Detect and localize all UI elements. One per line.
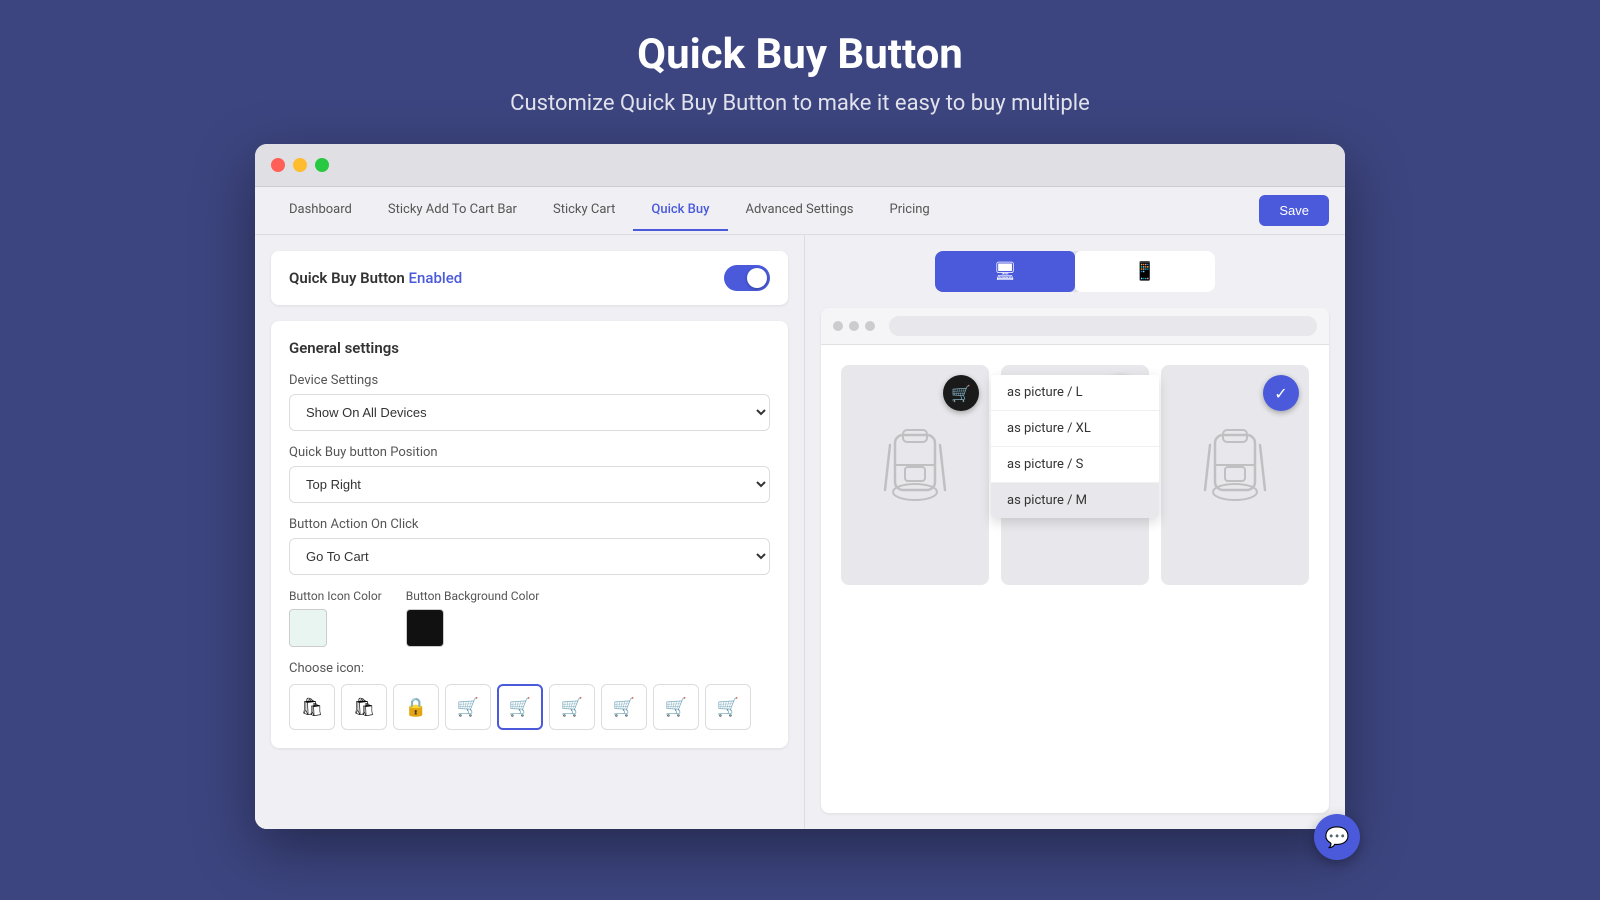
icon-color-swatch[interactable] xyxy=(289,609,327,647)
general-settings-title: General settings xyxy=(289,339,770,357)
variant-option-xl[interactable]: as picture / XL xyxy=(991,411,1159,447)
traffic-light-red[interactable] xyxy=(271,158,285,172)
nav-tabs: Dashboard Sticky Add To Cart Bar Sticky … xyxy=(271,190,1259,231)
icon-btn-1[interactable]: 🛍 xyxy=(341,684,387,730)
check-badge-3[interactable]: ✓ xyxy=(1263,375,1299,411)
preview-dot-1 xyxy=(833,321,843,331)
icon-btn-7[interactable]: 🛒 xyxy=(653,684,699,730)
device-settings-group: Device Settings Show On All Devices Desk… xyxy=(289,373,770,431)
device-btn-mobile[interactable]: 📱 xyxy=(1075,251,1215,292)
icon-btn-3[interactable]: 🛒 xyxy=(445,684,491,730)
cart-badge-1[interactable]: 🛒 xyxy=(943,375,979,411)
settings-section: General settings Device Settings Show On… xyxy=(271,321,788,748)
bg-color-swatch[interactable] xyxy=(406,609,444,647)
choose-icon-label: Choose icon: xyxy=(289,661,770,676)
quick-buy-status: Enabled xyxy=(409,269,463,287)
variant-option-s[interactable]: as picture / S xyxy=(991,447,1159,483)
preview-browser-bar xyxy=(821,308,1329,345)
product-grid: 🛒 xyxy=(821,345,1329,813)
product-card-1: 🛒 xyxy=(841,365,989,585)
icon-color-group: Button Icon Color xyxy=(289,589,382,647)
variant-dropdown: as picture / L as picture / XL as pictur… xyxy=(991,375,1159,518)
traffic-light-yellow[interactable] xyxy=(293,158,307,172)
product-img-area-1: 🛒 xyxy=(841,365,989,585)
backpack-icon-1 xyxy=(875,425,955,525)
button-position-label: Quick Buy button Position xyxy=(289,445,770,460)
icon-btn-2[interactable]: 🔒 xyxy=(393,684,439,730)
product-img-area-3: ✓ xyxy=(1161,365,1309,585)
icon-btn-5[interactable]: 🛒 xyxy=(549,684,595,730)
browser-window: Dashboard Sticky Add To Cart Bar Sticky … xyxy=(255,144,1345,829)
variant-option-m[interactable]: as picture / M xyxy=(991,483,1159,518)
device-settings-label: Device Settings xyxy=(289,373,770,388)
preview-dot-2 xyxy=(849,321,859,331)
icon-grid: 🛍 🛍 🔒 🛒 🛒 🛒 🛒 🛒 🛒 xyxy=(289,684,770,730)
tab-dashboard[interactable]: Dashboard xyxy=(271,190,370,231)
preview-dot-3 xyxy=(865,321,875,331)
icon-btn-4[interactable]: 🛒 xyxy=(497,684,543,730)
tab-quick-buy[interactable]: Quick Buy xyxy=(633,190,727,231)
preview-url-bar xyxy=(889,316,1317,336)
variant-option-l[interactable]: as picture / L xyxy=(991,375,1159,411)
quick-buy-header: Quick Buy Button Enabled xyxy=(271,251,788,305)
tab-advanced-settings[interactable]: Advanced Settings xyxy=(728,190,872,231)
button-position-select[interactable]: Top Right Top Left Bottom Right Bottom L… xyxy=(289,466,770,503)
device-toggle: 🖥 📱 xyxy=(935,251,1215,292)
chat-icon: 💬 xyxy=(1325,825,1350,849)
preview-area: 🛒 xyxy=(821,308,1329,813)
tab-pricing[interactable]: Pricing xyxy=(872,190,948,231)
page-subtitle: Customize Quick Buy Button to make it ea… xyxy=(510,91,1090,116)
main-content: Quick Buy Button Enabled General setting… xyxy=(255,235,1345,829)
product-img-area-2: 🛒 as picture / L as picture / XL as pict… xyxy=(1001,365,1149,585)
button-action-group: Button Action On Click Go To Cart Open C… xyxy=(289,517,770,575)
button-action-label: Button Action On Click xyxy=(289,517,770,532)
color-row: Button Icon Color Button Background Colo… xyxy=(289,589,770,647)
icon-btn-6[interactable]: 🛒 xyxy=(601,684,647,730)
left-panel: Quick Buy Button Enabled General setting… xyxy=(255,235,805,829)
icon-btn-0[interactable]: 🛍 xyxy=(289,684,335,730)
button-position-group: Quick Buy button Position Top Right Top … xyxy=(289,445,770,503)
product-card-3: ✓ xyxy=(1161,365,1309,585)
icon-btn-8[interactable]: 🛒 xyxy=(705,684,751,730)
product-card-2: 🛒 as picture / L as picture / XL as pict… xyxy=(1001,365,1149,585)
tab-sticky-cart[interactable]: Sticky Cart xyxy=(535,190,633,231)
chat-bubble[interactable]: 💬 xyxy=(1314,814,1360,860)
save-button[interactable]: Save xyxy=(1259,195,1329,226)
nav-bar: Dashboard Sticky Add To Cart Bar Sticky … xyxy=(255,187,1345,235)
bg-color-label: Button Background Color xyxy=(406,589,540,603)
toggle-switch[interactable] xyxy=(724,265,770,291)
device-settings-select[interactable]: Show On All Devices Desktop Only Mobile … xyxy=(289,394,770,431)
backpack-icon-3 xyxy=(1195,425,1275,525)
traffic-light-green[interactable] xyxy=(315,158,329,172)
bg-color-group: Button Background Color xyxy=(406,589,540,647)
quick-buy-label: Quick Buy Button Enabled xyxy=(289,269,462,287)
button-action-select[interactable]: Go To Cart Open Cart Popup Add To Cart xyxy=(289,538,770,575)
page-title: Quick Buy Button xyxy=(637,30,963,79)
desktop-icon: 🖥 xyxy=(994,261,1017,282)
mobile-icon: 📱 xyxy=(1134,261,1156,282)
tab-sticky-add-to-cart-bar[interactable]: Sticky Add To Cart Bar xyxy=(370,190,535,231)
icon-color-label: Button Icon Color xyxy=(289,589,382,603)
device-btn-desktop[interactable]: 🖥 xyxy=(935,251,1075,292)
right-panel: 🖥 📱 xyxy=(805,235,1345,829)
browser-chrome xyxy=(255,144,1345,187)
toggle-slider xyxy=(724,265,770,291)
